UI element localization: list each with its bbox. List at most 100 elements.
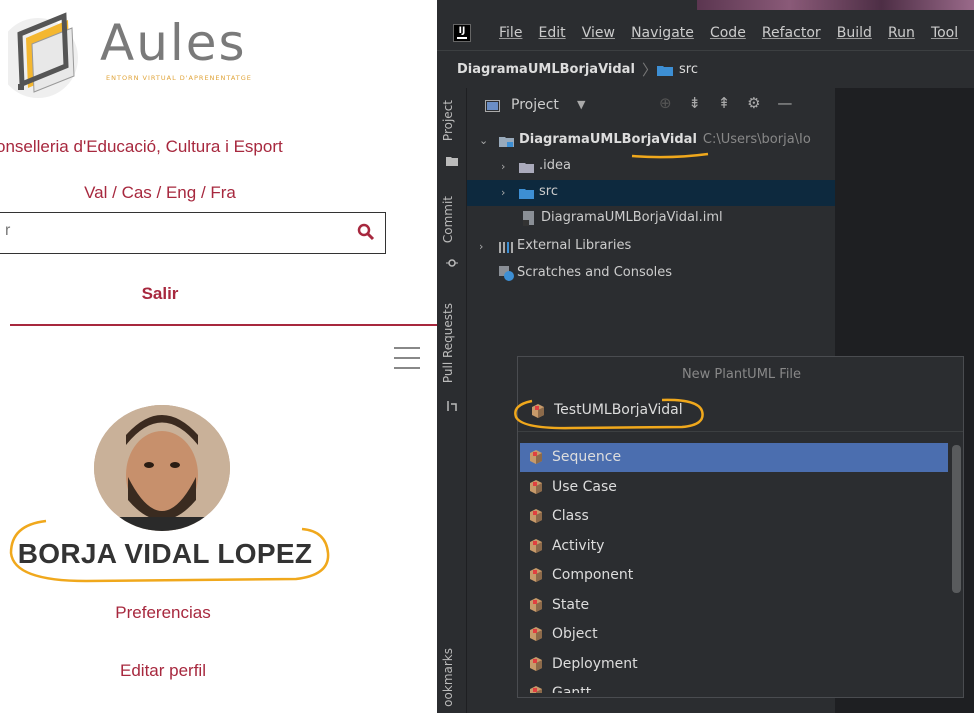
- highlight-annotation: [514, 398, 704, 430]
- list-item-label: Sequence: [552, 449, 622, 465]
- breadcrumb-folder[interactable]: src: [679, 62, 698, 77]
- menu-edit[interactable]: Edit: [539, 25, 566, 41]
- folder-icon: [446, 157, 458, 166]
- edit-profile-link[interactable]: Editar perfil: [0, 661, 326, 681]
- list-item-component[interactable]: Component: [520, 561, 948, 590]
- folder-icon: [657, 66, 673, 76]
- tab-bookmarks[interactable]: ookmarks: [441, 648, 455, 707]
- tree-item-idea[interactable]: › .idea: [467, 154, 835, 180]
- chevron-right-icon[interactable]: ›: [501, 186, 505, 199]
- tree-label-external-libraries: External Libraries: [517, 238, 632, 253]
- tree-item-iml[interactable]: DiagramaUMLBorjaVidal.iml: [467, 206, 835, 232]
- plantuml-icon: [530, 450, 542, 464]
- dialog-divider: [518, 431, 963, 432]
- main-menu: File Edit View Navigate Code Refactor Bu…: [499, 22, 969, 41]
- menu-tools[interactable]: Tool: [931, 25, 958, 41]
- tree-label-project: DiagramaUMLBorjaVidal: [519, 132, 697, 147]
- file-name-row: [514, 393, 963, 430]
- search-box: [0, 212, 386, 254]
- plantuml-icon: [530, 686, 542, 693]
- aules-book-logo-icon: [8, 12, 78, 98]
- tree-item-external-libraries[interactable]: › External Libraries: [467, 234, 835, 260]
- breadcrumb: DiagramaUMLBorjaVidal 〉 src: [437, 50, 974, 90]
- breadcrumb-separator-icon: 〉: [642, 61, 658, 79]
- dropdown-chevron-icon[interactable]: ▼: [577, 98, 585, 111]
- source-folder-icon: [519, 189, 534, 199]
- library-icon: [499, 242, 513, 253]
- dialog-title: New PlantUML File: [681, 367, 802, 382]
- hamburger-menu-icon[interactable]: [394, 347, 420, 371]
- tree-label-idea: .idea: [539, 158, 571, 173]
- preferences-link[interactable]: Preferencias: [0, 603, 326, 623]
- chevron-right-icon[interactable]: ›: [501, 160, 505, 173]
- menu-navigate[interactable]: Navigate: [631, 25, 694, 41]
- list-item-sequence[interactable]: Sequence: [520, 443, 948, 472]
- plantuml-icon: [530, 627, 542, 641]
- expand-all-icon[interactable]: ⇟: [688, 94, 701, 112]
- locate-icon[interactable]: ⊕: [659, 94, 672, 112]
- menu-view[interactable]: View: [582, 25, 615, 41]
- chevron-right-icon[interactable]: ›: [479, 240, 483, 253]
- module-folder-icon: [499, 137, 514, 147]
- list-item-object[interactable]: Object: [520, 620, 948, 649]
- collapse-all-icon[interactable]: ⇞: [718, 94, 731, 112]
- list-item-label: Class: [552, 508, 589, 524]
- breadcrumb-project[interactable]: DiagramaUMLBorjaVidal: [457, 62, 635, 77]
- search-icon[interactable]: [357, 223, 375, 241]
- list-item-gantt[interactable]: Gantt: [520, 679, 948, 693]
- conselleria-link[interactable]: onselleria d'Educació, Cultura i Esport: [0, 137, 283, 157]
- list-item-label: Object: [552, 626, 598, 642]
- list-item-label: Component: [552, 567, 634, 583]
- list-item-class[interactable]: Class: [520, 502, 948, 531]
- commit-icon: [446, 259, 458, 267]
- tree-item-src[interactable]: › src: [467, 180, 835, 206]
- list-item-label: Use Case: [552, 478, 617, 495]
- hide-icon[interactable]: —: [777, 94, 792, 112]
- plantuml-icon: [530, 509, 542, 523]
- plantuml-icon: [530, 597, 542, 612]
- search-input[interactable]: [3, 221, 307, 241]
- menu-run[interactable]: Run: [888, 25, 915, 41]
- list-item-use-case[interactable]: Use Case: [520, 473, 948, 502]
- logout-link[interactable]: Salir: [0, 284, 320, 304]
- list-item-label: Deployment: [552, 655, 638, 672]
- menu-build[interactable]: Build: [837, 25, 872, 41]
- plantuml-icon: [530, 479, 542, 494]
- tree-item-project-root[interactable]: ⌄ DiagramaUMLBorjaVidal C:\Users\borja\Io: [467, 128, 835, 154]
- iml-file-icon: [523, 211, 534, 226]
- list-item-activity[interactable]: Activity: [520, 532, 948, 561]
- tab-commit[interactable]: Commit: [441, 196, 455, 243]
- plantuml-icon: [530, 538, 542, 553]
- menu-file[interactable]: File: [499, 25, 522, 41]
- list-item-label: State: [552, 596, 590, 613]
- menu-code[interactable]: Code: [710, 25, 746, 41]
- tree-label-iml: DiagramaUMLBorjaVidal.iml: [541, 210, 723, 225]
- tree-label-src: src: [539, 184, 558, 199]
- tab-project[interactable]: Project: [441, 100, 455, 141]
- list-item-state[interactable]: State: [520, 591, 948, 620]
- left-tool-strip: Project Commit Pull Requests ookmarks: [437, 88, 467, 713]
- gear-icon[interactable]: ⚙: [747, 94, 760, 112]
- list-item-label: Activity: [552, 537, 605, 554]
- chevron-down-icon[interactable]: ⌄: [479, 134, 488, 147]
- folder-icon: [519, 163, 534, 173]
- list-scrollbar[interactable]: [952, 445, 961, 593]
- avatar[interactable]: [94, 405, 230, 531]
- project-toolbar: Project ▼ ⊕ ⇟ ⇞ ⚙ —: [467, 88, 835, 124]
- pull-request-icon: [447, 401, 457, 411]
- language-selector[interactable]: Val / Cas / Eng / Fra: [0, 183, 320, 203]
- scratches-icon: [499, 266, 514, 281]
- tab-pull-requests[interactable]: Pull Requests: [441, 303, 455, 383]
- plantuml-icon: [530, 656, 542, 671]
- aules-logo-title: Aules: [100, 14, 247, 72]
- intellij-logo-icon: IJ: [453, 24, 471, 42]
- tree-item-scratches[interactable]: Scratches and Consoles: [467, 261, 835, 287]
- header-divider: [10, 324, 437, 326]
- tree-label-scratches: Scratches and Consoles: [517, 265, 673, 280]
- menu-refactor[interactable]: Refactor: [762, 25, 821, 41]
- project-view-icon: [485, 100, 500, 112]
- list-item-deployment[interactable]: Deployment: [520, 650, 948, 679]
- avatar-photo-icon: [94, 405, 230, 531]
- project-toolbar-icons: ⊕ ⇟ ⇞ ⚙ —: [659, 94, 804, 112]
- project-view-title[interactable]: Project: [511, 97, 559, 113]
